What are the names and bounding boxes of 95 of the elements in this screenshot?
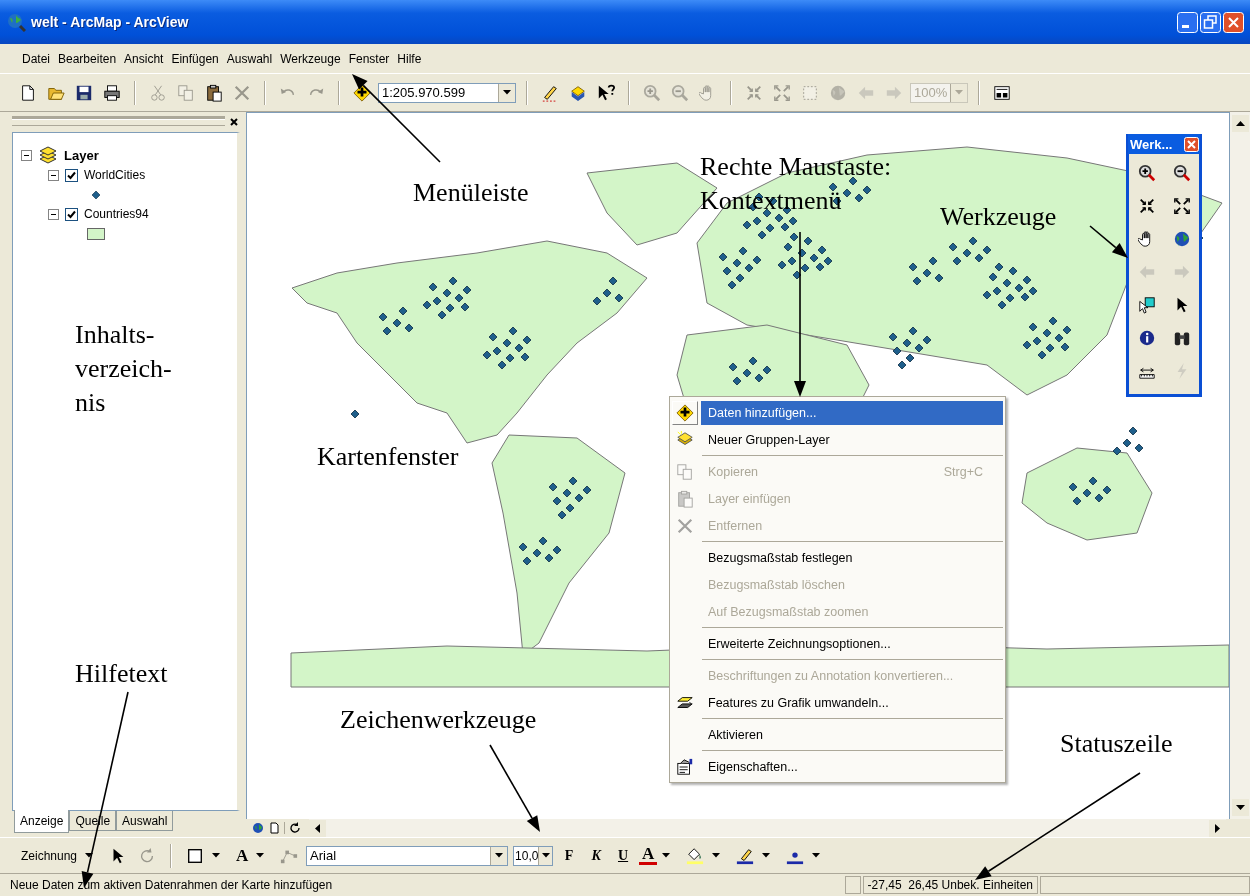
pen-icon[interactable] [736,846,755,865]
vertical-scrollbar[interactable] [1230,112,1250,819]
dropdown-caret-icon[interactable] [541,853,550,858]
add-data-icon [676,403,694,422]
dropdown-caret-icon[interactable] [256,853,265,858]
select-features-icon[interactable] [1137,296,1156,314]
scroll-up-icon[interactable] [1231,115,1249,132]
layers-icon [38,146,58,164]
layout-icon[interactable] [993,83,1011,102]
new-document-icon[interactable] [19,83,37,102]
font-field[interactable]: Arial [306,845,509,866]
menu-item[interactable]: Daten hinzufügen... [701,400,1003,425]
dropdown-caret-icon[interactable] [662,853,671,858]
pencil-icon[interactable] [541,83,559,102]
drag-handle[interactable] [12,118,225,126]
drawing-menu-button[interactable]: Zeichnung [18,846,81,865]
minimize-icon[interactable] [1177,11,1198,33]
checkbox[interactable] [65,207,78,221]
callout-label: Inhalts- verzeich- nis [75,319,172,419]
zoom-in-icon[interactable] [1137,164,1156,182]
dropdown-caret-icon[interactable] [762,853,771,858]
callout-label: Hilfetext [75,658,168,690]
rectangle-icon[interactable] [186,846,205,865]
collapse-icon[interactable] [21,149,32,161]
text-tool-button[interactable]: A [233,845,252,866]
menu-item[interactable]: Neuer Gruppen-Layer [701,427,1003,452]
menu-item[interactable]: Eigenschaften... [701,754,1003,779]
tree-item[interactable]: Layer [64,147,99,163]
menu-item[interactable]: Aktivieren [701,722,1003,747]
callout-label: Zeichenwerkzeuge [340,704,537,736]
copy-icon [676,462,694,481]
collapse-icon[interactable] [48,208,59,220]
printer-icon[interactable] [103,83,121,102]
collapse-icon[interactable] [48,169,59,181]
paste-icon [676,489,694,508]
arrows-outward-icon[interactable] [1172,197,1191,215]
menu-item[interactable]: Bezugsmaßstab festlegen [701,545,1003,570]
italic-button[interactable]: K [585,847,608,864]
refresh-icon[interactable] [289,822,301,834]
save-icon[interactable] [75,83,93,102]
window-title: welt - ArcMap - ArcView [31,14,189,30]
tab[interactable]: Auswahl [116,811,174,831]
menu-item[interactable]: Werkzeuge [276,51,345,66]
menu-item[interactable]: Auswahl [222,51,277,66]
scroll-right-icon[interactable] [1209,819,1226,837]
menu-item[interactable]: Bearbeiten [54,51,121,66]
callout-label: Kartenfenster [317,441,459,473]
menu-item[interactable]: Erweiterte Zeichnungsoptionen... [701,631,1003,656]
callout-label: Werkzeuge [940,201,1057,233]
tree-item[interactable]: Countries94 [84,207,149,221]
restore-icon[interactable] [1200,11,1221,33]
callout-label: Statuszeile [1060,728,1173,760]
properties-icon [676,757,694,776]
dropdown-caret-icon[interactable] [495,853,504,858]
globe-icon[interactable] [1172,230,1191,248]
status-pane [844,876,861,894]
menu-item[interactable]: Fenster [344,51,394,66]
underline-button[interactable]: U [612,847,635,864]
dropdown-caret-icon[interactable] [812,853,821,858]
polygon-symbol-icon [87,227,105,240]
font-size-field[interactable]: 10,0 [513,845,554,866]
help-pointer-icon[interactable] [597,83,615,102]
menu-item[interactable]: Hilfe [393,51,426,66]
menu-item[interactable]: Einfügen [167,51,223,66]
point-symbol-icon [92,190,100,199]
checkbox[interactable] [65,168,78,182]
arrows-inward-icon[interactable] [1137,197,1156,215]
globe-icon[interactable] [252,822,264,834]
scroll-down-icon[interactable] [1231,799,1249,816]
dropdown-caret-icon[interactable] [212,853,221,858]
dropdown-caret-icon[interactable] [712,853,721,858]
globe-magnifier-icon [6,12,26,32]
window-title: Werk... [1130,136,1173,152]
bold-button[interactable]: F [558,847,581,864]
paste-icon[interactable] [205,83,223,102]
scroll-left-icon[interactable] [309,819,326,837]
delete-icon [676,516,694,535]
arrow [1089,225,1128,258]
font-color-button[interactable]: A [639,846,658,865]
menu-item[interactable]: Ansicht [120,51,168,66]
dropdown-caret-icon[interactable] [85,853,94,858]
close-icon[interactable] [228,116,240,128]
scale-field[interactable]: 1:205.970.599 [378,82,516,103]
tab[interactable]: Anzeige [14,810,70,833]
page-icon[interactable] [268,822,280,834]
dropdown-caret-icon[interactable] [503,90,511,95]
zoom-out-icon[interactable] [1172,164,1191,182]
coordinates-text: -27,45 26,45 Unbek. Einheiten [862,876,1038,894]
paint-bucket-icon[interactable] [686,846,705,865]
menu-item[interactable]: Datei [18,51,54,66]
info-icon[interactable] [1137,329,1156,347]
callout-label: Menüleiste [413,177,529,209]
tree-item[interactable]: WorldCities [84,168,146,182]
toolbox-icon[interactable] [569,83,587,102]
menu-item[interactable]: Features zu Grafik umwandeln... [701,690,1003,715]
